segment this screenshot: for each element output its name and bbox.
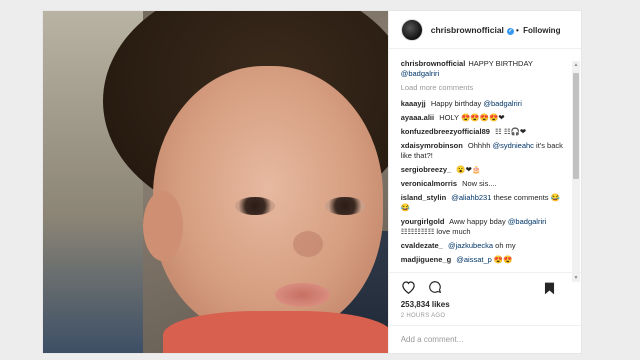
author-username[interactable]: chrisbrownofficial (431, 25, 504, 35)
comment-text: ☷ ☷🎧❤ (495, 127, 527, 136)
comment-mention[interactable]: @jazkubecka (448, 241, 493, 250)
caption-username[interactable]: chrisbrownofficial (401, 59, 466, 68)
post-sidebar: chrisbrownofficial ✓ • Following chrisbrow… (387, 11, 581, 353)
comment-username[interactable]: kaaayjj (401, 99, 426, 108)
comment-text: Ohhhh (467, 141, 491, 150)
load-more-comments-link[interactable]: Load more comments (401, 83, 565, 93)
scroll-up-arrow-icon[interactable]: ▲ (572, 61, 580, 69)
comment-mention[interactable]: @aissat_p (456, 255, 492, 264)
comment: yourgirlgold Aww happy bday @badgalriri … (401, 217, 565, 237)
comments-list[interactable]: chrisbrownofficial HAPPY BIRTHDAY @badgal… (389, 49, 581, 272)
like-heart-icon[interactable] (401, 279, 417, 295)
comment: xdaisymrobinson Ohhhh @sydnieahc it's ba… (401, 141, 565, 161)
comment-username[interactable]: sergiobreezy_ (401, 165, 451, 174)
comment-username[interactable]: veronicalmorris (401, 179, 457, 188)
scrollbar-thumb[interactable] (573, 73, 579, 179)
comment-text-after: oh my (495, 241, 516, 250)
add-comment-input[interactable] (400, 335, 569, 344)
comment-username[interactable]: island_stylin (401, 193, 446, 202)
comment-text: Happy birthday (430, 99, 482, 108)
verified-badge-icon: ✓ (506, 27, 514, 35)
comment-text: HOLY 😍😍😍😍❤ (439, 113, 505, 122)
comment-text-after: ☷☷☷☷☷ love much (400, 227, 471, 236)
comment: konfuzedbreezyofficial89 ☷ ☷🎧❤ (401, 127, 565, 137)
photo-shirt (163, 311, 388, 353)
comment-mention[interactable]: @badgalriri (483, 99, 521, 108)
avatar[interactable] (400, 18, 423, 41)
post-timestamp[interactable]: 2 HOURS AGO (389, 309, 581, 325)
post-author: chrisbrownofficial ✓ • Following (431, 25, 560, 35)
comment-username[interactable]: yourgirlgold (401, 217, 445, 226)
comments-scrollbar[interactable]: ▲ ▼ (572, 61, 580, 282)
instagram-post: chrisbrownofficial ✓ • Following chrisbrow… (42, 10, 582, 354)
photo-ear (143, 191, 183, 261)
bookmark-icon[interactable] (541, 280, 557, 296)
photo-mouth (275, 283, 330, 307)
separator-dot: • (515, 25, 519, 35)
comment-username[interactable]: konfuzedbreezyofficial89 (401, 127, 490, 136)
comment: island_stylin @aliahb231 these comments … (401, 193, 565, 213)
comment-username[interactable]: madjiguene_g (401, 255, 451, 264)
comment-mention[interactable]: @aliahb231 (451, 193, 491, 202)
comment-text-after: 😍😍 (493, 255, 513, 264)
add-comment-bar (388, 325, 581, 353)
caption: chrisbrownofficial HAPPY BIRTHDAY @badgal… (401, 59, 565, 79)
likes-count[interactable]: 253,834 likes (389, 300, 581, 309)
caption-text: HAPPY BIRTHDAY (468, 59, 533, 68)
following-button[interactable]: Following (523, 26, 560, 35)
comment: kaaayjj Happy birthday @badgalriri (401, 99, 565, 109)
comment: madjiguene_g @aissat_p 😍😍 (401, 255, 565, 265)
comment-text: 😮❤🎂 (456, 165, 482, 174)
caption-mention[interactable]: @badgalriri (401, 69, 439, 78)
comment: veronicalmorris Now sis.... (401, 179, 565, 189)
post-header: chrisbrownofficial ✓ • Following (388, 11, 581, 49)
comment-username[interactable]: cvaldezate_ (401, 241, 443, 250)
comment: ayaaa.alii HOLY 😍😍😍😍❤ (401, 113, 565, 123)
comment-text: Aww happy bday (449, 217, 506, 226)
photo-nose (293, 231, 323, 257)
comment: sergiobreezy_ 😮❤🎂 (401, 165, 565, 175)
comment-mention[interactable]: @sydnieahc (493, 141, 534, 150)
post-photo[interactable] (43, 11, 388, 353)
photo-left-eye (235, 197, 275, 215)
comment-text: Now sis.... (462, 179, 497, 188)
comment-username[interactable]: xdaisymrobinson (401, 141, 463, 150)
comment-bubble-icon[interactable] (427, 279, 443, 295)
comment-username[interactable]: ayaaa.alii (401, 113, 434, 122)
comment-mention[interactable]: @badgalriri (508, 217, 546, 226)
photo-right-eye (325, 197, 365, 215)
comment: cvaldezate_ @jazkubecka oh my (401, 241, 565, 251)
post-actions (388, 272, 581, 300)
